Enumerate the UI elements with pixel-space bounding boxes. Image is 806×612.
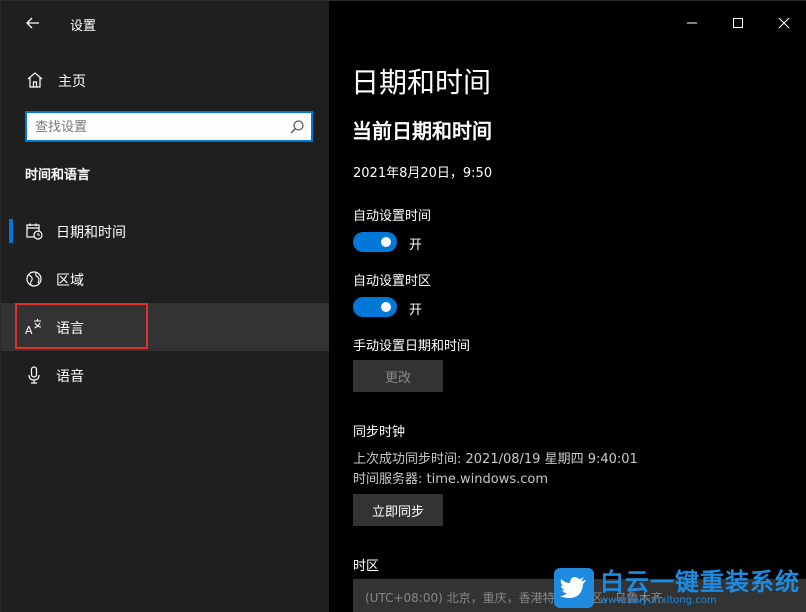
home-label: 主页 — [58, 74, 86, 90]
back-arrow-icon — [26, 17, 39, 29]
section-heading-current: 当前日期和时间 — [352, 119, 492, 143]
auto-time-toggle[interactable] — [353, 232, 397, 252]
auto-timezone-state: 开 — [409, 303, 423, 318]
home-nav-item[interactable]: 主页 — [1, 61, 329, 99]
selected-indicator — [9, 219, 13, 243]
highlight-box — [15, 303, 148, 349]
page-title: 日期和时间 — [351, 66, 492, 99]
back-button[interactable] — [19, 9, 47, 37]
home-icon — [27, 72, 43, 88]
change-button[interactable]: 更改 — [353, 360, 443, 392]
search-input[interactable] — [35, 117, 275, 137]
title-bar: 设置 — [1, 1, 329, 45]
timezone-title: 时区 — [353, 559, 380, 574]
microphone-icon — [28, 366, 40, 384]
calendar-clock-icon — [26, 223, 43, 240]
toggle-knob — [381, 237, 391, 247]
maximize-button[interactable] — [715, 1, 761, 45]
auto-timezone-toggle[interactable] — [353, 297, 397, 317]
watermark-text: 白云一键重装系统 www.baiyunxitong.com — [600, 569, 800, 607]
time-server-text: 时间服务器: time.windows.com — [353, 472, 549, 487]
main-content: 日期和时间 当前日期和时间 2021年8月20日，9:50 自动设置时间 开 自… — [329, 1, 806, 612]
minimize-icon — [687, 22, 697, 24]
sync-now-button[interactable]: 立即同步 — [353, 494, 443, 526]
close-button[interactable] — [761, 1, 806, 45]
watermark-title: 白云一键重装系统 — [600, 568, 800, 596]
sidebar-item-speech[interactable]: 语音 — [1, 351, 329, 399]
search-icon[interactable] — [289, 119, 305, 135]
watermark: 白云一键重装系统 www.baiyunxitong.com — [554, 567, 806, 609]
close-icon — [778, 17, 790, 29]
sidebar-item-date-time[interactable]: 日期和时间 — [1, 207, 329, 255]
minimize-button[interactable] — [669, 1, 715, 45]
settings-window: 设置 主页 时间和语言 日期和时间 — [0, 0, 806, 612]
current-datetime: 2021年8月20日，9:50 — [353, 166, 493, 181]
sidebar-item-label: 日期和时间 — [56, 225, 126, 241]
toggle-knob — [381, 302, 391, 312]
sync-title: 同步时钟 — [353, 425, 406, 440]
bird-logo-icon — [554, 568, 594, 608]
auto-time-label: 自动设置时间 — [353, 209, 432, 224]
manual-datetime-label: 手动设置日期和时间 — [353, 339, 471, 354]
section-title: 时间和语言 — [25, 168, 91, 183]
last-sync-text: 上次成功同步时间: 2021/08/19 星期四 9:40:01 — [353, 452, 638, 467]
sidebar: 设置 主页 时间和语言 日期和时间 — [1, 1, 329, 612]
window-controls — [669, 1, 806, 45]
sidebar-item-label: 语音 — [56, 369, 84, 385]
maximize-icon — [733, 18, 743, 28]
sidebar-item-region[interactable]: 区域 — [1, 255, 329, 303]
auto-timezone-label: 自动设置时区 — [353, 274, 432, 289]
watermark-url: www.baiyunxitong.com — [600, 595, 717, 606]
globe-icon — [26, 271, 42, 287]
sidebar-item-label: 区域 — [56, 273, 84, 289]
search-box[interactable] — [25, 111, 313, 142]
app-title: 设置 — [70, 19, 97, 34]
auto-time-state: 开 — [409, 238, 423, 253]
